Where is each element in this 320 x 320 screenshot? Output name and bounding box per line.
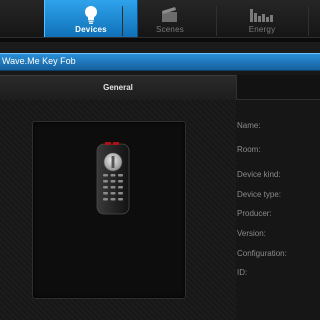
tab-empty-area (236, 75, 320, 100)
field-device-type-label: Device type: (237, 190, 282, 199)
device-title-bar: Wave.Me Key Fob (0, 53, 320, 71)
tab-separator (308, 6, 309, 36)
field-id-label: ID: (237, 268, 248, 277)
field-name-label: Name: (237, 121, 261, 130)
tab-general[interactable]: General (0, 75, 236, 100)
tab-general-label: General (103, 83, 133, 92)
tab-scenes[interactable]: Scenes (124, 0, 216, 38)
device-title: Wave.Me Key Fob (2, 56, 76, 66)
tab-energy-label: Energy (248, 25, 276, 34)
tab-energy[interactable]: Energy (216, 0, 308, 38)
key-fob-remote-icon (96, 142, 130, 215)
field-producer-label: Producer: (237, 209, 272, 218)
field-version-label: Version: (237, 229, 266, 238)
field-room-label: Room: (237, 145, 261, 154)
device-image-frame (32, 121, 186, 299)
top-nav-bar: Devices Scenes Energy (0, 0, 320, 42)
tab-scenes-label: Scenes (156, 25, 184, 34)
nav-underline (0, 37, 320, 42)
field-device-kind-label: Device kind: (237, 170, 281, 179)
tab-separator (122, 6, 123, 36)
field-configuration-label: Configuration: (237, 249, 287, 258)
